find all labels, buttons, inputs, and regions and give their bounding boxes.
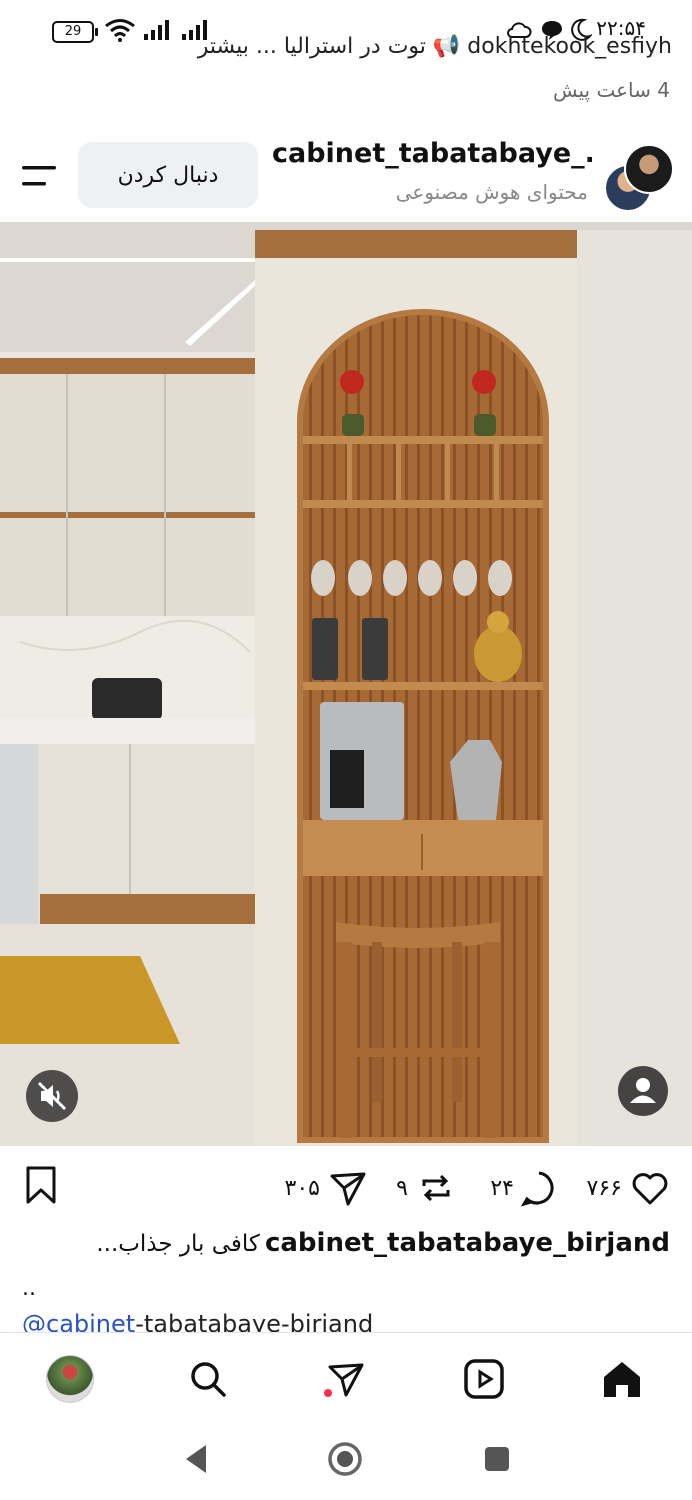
avatar-primary — [624, 144, 674, 194]
like-action[interactable]: ۷۶۶ — [587, 1160, 672, 1216]
like-count: ۷۶۶ — [586, 1175, 622, 1201]
share-count: ۳۰۵ — [284, 1175, 320, 1201]
post-username[interactable]: cabinet_tabatabaye_... — [272, 138, 592, 169]
caption[interactable]: کافی بار جذاب... cabinet_tabatabaye_birj… — [20, 1228, 670, 1258]
comment-count: ۲۴ — [490, 1175, 514, 1201]
notification-dot — [324, 1389, 332, 1397]
action-bar: ۷۶۶ ۲۴ ۹ ۳۰۵ — [0, 1160, 692, 1216]
back-icon[interactable] — [180, 1442, 212, 1476]
post-media[interactable] — [0, 222, 692, 1146]
share-action[interactable]: ۳۰۵ — [285, 1160, 370, 1216]
caption-text: کافی بار جذاب... — [96, 1231, 260, 1257]
kitchen-coffee-bar-image — [0, 222, 692, 1146]
mute-button[interactable] — [26, 1070, 78, 1122]
home-button-icon[interactable] — [326, 1440, 364, 1478]
repost-count: ۹ — [396, 1175, 408, 1201]
tagged-users-button[interactable] — [618, 1066, 668, 1116]
caption-more: .. — [22, 1276, 36, 1301]
comment-action[interactable]: ۲۴ — [490, 1160, 560, 1216]
search-icon — [191, 1362, 226, 1397]
nav-search[interactable] — [180, 1351, 236, 1407]
caption-mention[interactable]: @cabinet-tabatabaye-birjand — [22, 1310, 682, 1334]
avatar[interactable] — [602, 144, 674, 212]
heart-icon[interactable] — [628, 1166, 672, 1210]
system-nav-bar — [0, 1422, 692, 1500]
previous-post-time: 4 ساعت پیش — [553, 78, 670, 102]
comment-icon[interactable] — [518, 1167, 560, 1209]
nav-profile[interactable] — [42, 1351, 98, 1407]
mention-rest: -tabatabaye-birjand — [135, 1310, 374, 1334]
bookmark-icon[interactable] — [22, 1166, 62, 1206]
reels-icon — [464, 1359, 504, 1399]
repost-action[interactable]: ۹ — [396, 1160, 456, 1216]
menu-icon[interactable] — [22, 162, 58, 192]
previous-post-caption[interactable]: dokhtekook_esfiyh 📢 توت در استرالیا ... … — [40, 34, 672, 62]
person-icon — [630, 1078, 656, 1103]
speaker-muted-icon — [37, 1081, 67, 1111]
caption-username[interactable]: cabinet_tabatabaye_birjand — [265, 1228, 670, 1258]
repost-icon[interactable] — [416, 1168, 456, 1208]
follow-button[interactable]: دنبال کردن — [78, 142, 258, 208]
profile-thumbnail — [46, 1355, 94, 1403]
bottom-nav — [0, 1332, 692, 1423]
nav-home[interactable] — [594, 1351, 650, 1407]
nav-reels[interactable] — [456, 1351, 512, 1407]
send-icon[interactable] — [326, 1166, 370, 1210]
ai-content-label: محتوای هوش مصنوعی — [395, 180, 588, 204]
recents-icon[interactable] — [482, 1444, 512, 1474]
nav-messages[interactable] — [318, 1351, 374, 1407]
home-icon — [604, 1362, 640, 1397]
mention-tag[interactable]: @cabinet — [22, 1310, 135, 1334]
